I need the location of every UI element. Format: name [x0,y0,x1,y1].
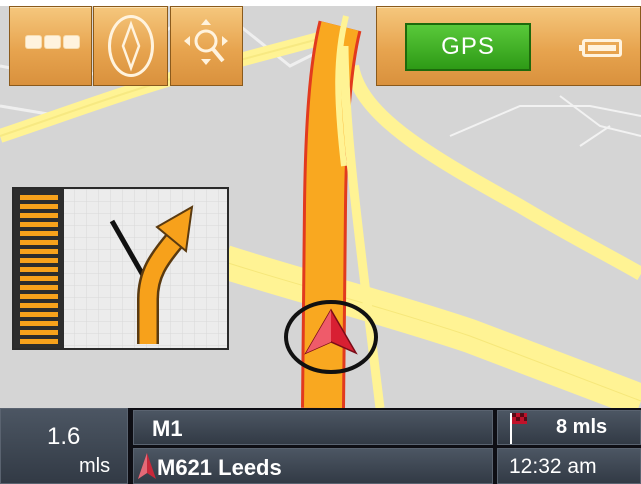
distance-unit: mls [79,455,111,477]
direction-arrow-icon [138,453,156,479]
menu-dots-icon [26,36,79,48]
remaining-distance-panel[interactable]: 8 mls [497,410,641,445]
eta-time: 12:32 am [509,455,597,478]
battery-icon [579,39,622,57]
distance-to-turn-panel[interactable]: 1.6 mls [0,408,128,484]
remaining-distance: 8 mls [556,416,608,438]
zoom-button[interactable] [170,6,243,86]
zoom-pan-icon [184,19,228,65]
next-road-name: M621 Leeds [157,455,282,480]
current-road-name: M1 [152,416,183,441]
status-panel: GPS [376,6,641,86]
distance-to-turn: 1.6 [47,423,81,450]
destination-flag-icon [510,413,527,444]
bottom-info-bar: 1.6 mls M1 M621 Leeds 8 mls 12:32 am [0,408,641,484]
compass-button[interactable] [93,6,168,86]
eta-panel[interactable]: 12:32 am [497,448,641,484]
compass-icon [108,15,154,77]
lane-indicator [14,189,64,348]
menu-button[interactable] [9,6,92,86]
turn-instruction-panel [12,187,229,350]
gps-button[interactable]: GPS [405,23,531,71]
next-road-panel[interactable]: M621 Leeds [133,448,493,484]
current-road-panel[interactable]: M1 [133,410,493,445]
navigation-screen: { "toolbar": { "menu_button": "menu", "c… [0,0,641,484]
